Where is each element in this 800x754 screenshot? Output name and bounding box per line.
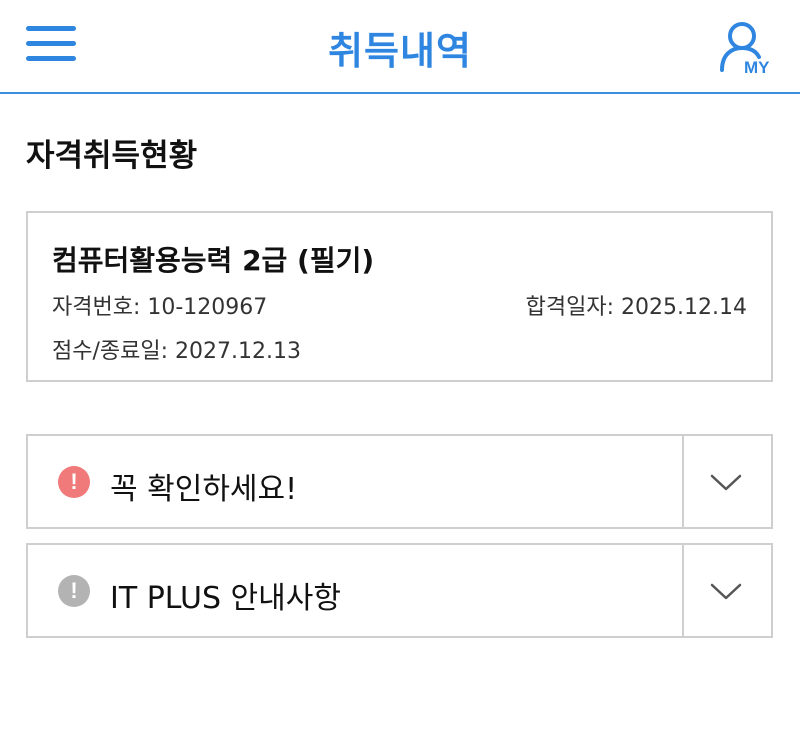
chevron-down-icon[interactable] xyxy=(709,576,743,606)
certificate-card: 컴퓨터활용능력 2급 (필기) 자격번호: 10-120967 합격일자: 20… xyxy=(26,211,773,382)
accordion-label: IT PLUS 안내사항 xyxy=(110,581,341,616)
certificate-name: 컴퓨터활용능력 2급 (필기) xyxy=(52,244,375,277)
accordion-must-check[interactable]: ! 꼭 확인하세요! xyxy=(26,434,773,529)
certificate-number: 자격번호: 10-120967 xyxy=(52,295,268,320)
expiry-date: 점수/종료일: 2027.12.13 xyxy=(52,339,301,364)
chevron-down-icon[interactable] xyxy=(709,467,743,497)
accordion-itplus-notice[interactable]: ! IT PLUS 안내사항 xyxy=(26,543,773,638)
accordion-divider xyxy=(682,545,684,636)
section-title: 자격취득현황 xyxy=(26,138,198,174)
info-alert-icon: ! xyxy=(58,575,90,607)
pass-date: 합격일자: 2025.12.14 xyxy=(525,295,747,320)
user-my-icon: MY xyxy=(720,22,770,77)
accordion-label: 꼭 확인하세요! xyxy=(110,472,298,507)
alert-icon: ! xyxy=(58,466,90,498)
page-title: 취득내역 xyxy=(328,29,472,73)
app-header: 취득내역 MY xyxy=(0,0,800,94)
my-page-button[interactable]: MY xyxy=(718,18,778,78)
my-label: MY xyxy=(744,58,770,77)
accordion-divider xyxy=(682,436,684,527)
